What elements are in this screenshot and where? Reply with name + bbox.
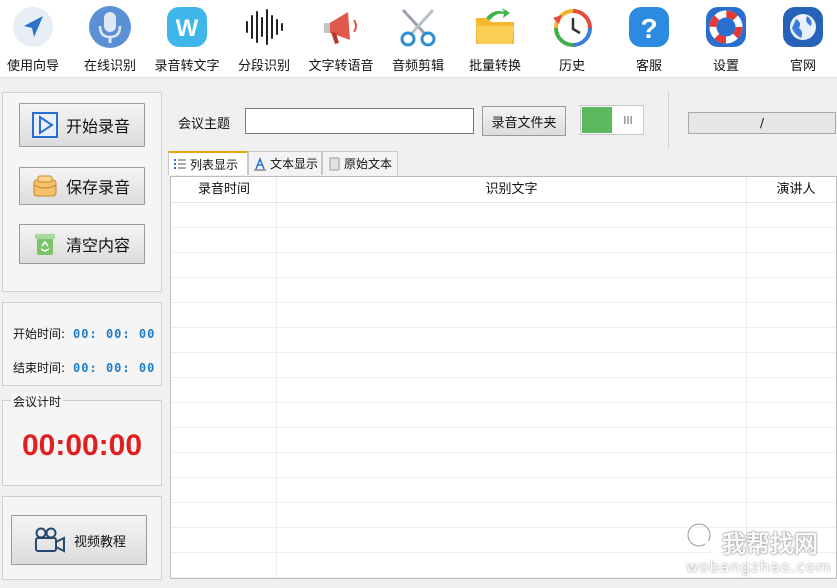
watermark: 我帮找网 wobangzhao.com — [684, 518, 834, 584]
tab-text-view[interactable]: 文本显示 — [248, 151, 322, 175]
toolbar-text-to-speech-button[interactable]: 文字转语音 — [302, 0, 380, 78]
table-row-line — [171, 352, 836, 353]
scissors-icon — [400, 8, 436, 47]
megaphone-icon — [324, 12, 357, 44]
video-tutorial-button[interactable]: 视频教程 — [11, 515, 147, 565]
meeting-topic-input[interactable] — [245, 108, 474, 134]
help-question-icon: ? — [629, 7, 669, 47]
controls-divider — [668, 92, 669, 148]
watermark-url: wobangzhao.com — [686, 558, 832, 576]
table-header: 录音时间 识别文字 演讲人 — [171, 177, 836, 203]
progress-bar: / — [688, 112, 836, 134]
meeting-topic-label: 会议主题 — [178, 117, 231, 132]
video-camera-icon — [35, 527, 65, 553]
bag-icon — [33, 175, 57, 197]
clear-content-button[interactable]: 清空内容 — [19, 224, 145, 264]
svg-text:?: ? — [640, 13, 657, 44]
table-row-line — [171, 502, 836, 503]
w-badge-icon: W — [167, 7, 207, 47]
microphone-icon — [89, 6, 131, 48]
recycle-bin-icon — [35, 234, 55, 255]
start-time-value: 00: 00: 00 — [73, 327, 156, 341]
table-row-line — [171, 427, 836, 428]
table-row-line — [171, 302, 836, 303]
tab-list-view[interactable]: 列表显示 — [168, 151, 248, 175]
column-header-recognized-text[interactable]: 识别文字 — [277, 177, 746, 203]
tab-raw-text[interactable]: 原始文本 — [322, 151, 398, 175]
time-panel: 开始时间: 00: 00: 00 结束时间: 00: 00: 00 — [2, 302, 162, 386]
play-icon — [32, 112, 58, 138]
table-row-line — [171, 402, 836, 403]
svg-text:W: W — [176, 15, 199, 42]
toolbar-record-to-text-button[interactable]: W 录音转文字 — [148, 0, 226, 78]
table-row-line — [171, 452, 836, 453]
table-row-line — [171, 277, 836, 278]
column-header-speaker[interactable]: 演讲人 — [746, 177, 836, 203]
record-folder-button[interactable]: 录音文件夹 — [482, 106, 566, 136]
end-time-row: 结束时间: 00: 00: 00 — [13, 361, 156, 375]
folder-arrow-icon — [476, 8, 514, 44]
meeting-timer-title: 会议计时 — [11, 393, 64, 410]
text-format-icon — [254, 156, 266, 170]
start-record-button[interactable]: 开始录音 — [19, 103, 145, 147]
tutorial-panel: 视频教程 — [2, 496, 162, 580]
end-time-value: 00: 00: 00 — [73, 361, 156, 375]
list-icon — [174, 159, 186, 169]
meeting-timer-panel: 会议计时 00:00:00 — [2, 393, 162, 486]
toolbar-website-button[interactable]: 官网 — [764, 0, 837, 78]
save-record-button[interactable]: 保存录音 — [19, 167, 145, 205]
globe-icon — [783, 7, 823, 47]
table-row-line — [171, 227, 836, 228]
history-clock-icon — [553, 9, 592, 47]
mode-toggle-switch[interactable] — [580, 105, 644, 135]
magnifier-icon — [686, 522, 720, 556]
document-icon — [329, 157, 340, 170]
toggle-grip-icon — [624, 116, 632, 124]
lifebuoy-icon — [706, 7, 746, 47]
action-panel: 开始录音 保存录音 清空内容 — [2, 92, 162, 292]
watermark-text: 我帮找网 — [722, 530, 818, 558]
toolbar-online-recognize-button[interactable]: 在线识别 — [71, 0, 149, 78]
table-row-line — [171, 377, 836, 378]
toolbar-customer-service-button[interactable]: ? 客服 — [610, 0, 688, 78]
table-row-line — [171, 477, 836, 478]
table-row-line — [171, 252, 836, 253]
waveform-icon — [246, 9, 283, 45]
column-header-record-time[interactable]: 录音时间 — [171, 177, 277, 203]
guide-arrow-icon — [13, 7, 53, 47]
toolbar-history-button[interactable]: 历史 — [533, 0, 611, 78]
toggle-on-indicator — [582, 107, 612, 133]
toolbar-batch-convert-button[interactable]: 批量转换 — [456, 0, 534, 78]
toolbar-segment-recognize-button[interactable]: 分段识别 — [225, 0, 303, 78]
main-toolbar: 使用向导 在线识别 W 录音转文字 分段识别 文字转语音 音频剪辑 批量转换 历… — [0, 0, 837, 78]
table-row-line — [171, 327, 836, 328]
toolbar-audio-edit-button[interactable]: 音频剪辑 — [379, 0, 457, 78]
start-time-row: 开始时间: 00: 00: 00 — [13, 327, 156, 341]
meeting-timer-value: 00:00:00 — [21, 429, 143, 462]
toolbar-settings-button[interactable]: 设置 — [687, 0, 765, 78]
toolbar-guide-button[interactable]: 使用向导 — [0, 0, 72, 78]
